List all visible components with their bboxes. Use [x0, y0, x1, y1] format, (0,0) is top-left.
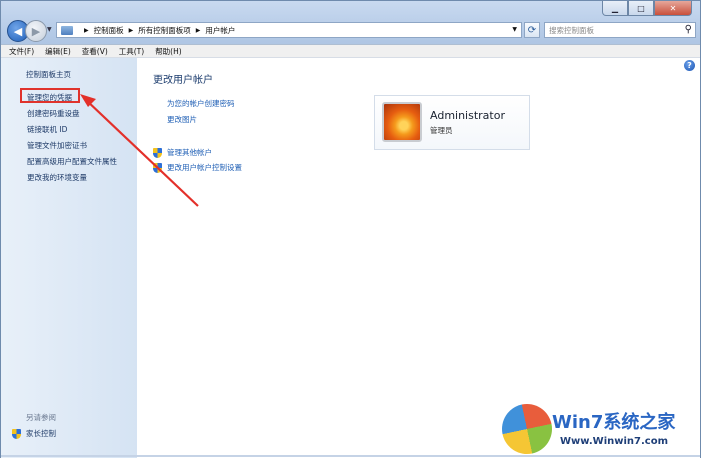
parental-controls-label[interactable]: 家长控制 — [26, 428, 56, 439]
parental-controls-link[interactable]: 家长控制 — [12, 428, 56, 439]
uac-settings-link[interactable]: 更改用户帐户控制设置 — [153, 162, 242, 173]
navigation-row: ◀ ▶ ▼ ▶ 控制面板 ▶ 所有控制面板项 ▶ 用户帐户 ▼ ⟳ 搜索控制面板… — [7, 20, 696, 42]
menu-bar: 文件(F) 编辑(E) 查看(V) 工具(T) 帮助(H) — [1, 44, 700, 58]
link-online-id-link[interactable]: 链接联机 ID — [27, 124, 67, 135]
manage-other-accounts-label[interactable]: 管理其他帐户 — [167, 147, 212, 158]
uac-shield-icon — [12, 428, 21, 439]
content-pane: ? 更改用户帐户 为您的帐户创建密码 更改图片 管理其他帐户 更改用户帐户控制设… — [137, 58, 700, 458]
control-panel-icon — [61, 25, 73, 35]
windows-logo-icon — [497, 399, 557, 459]
forward-button[interactable]: ▶ — [25, 20, 47, 42]
uac-shield-icon — [153, 147, 162, 158]
menu-edit[interactable]: 编辑(E) — [45, 46, 71, 57]
search-icon[interactable]: ⚲ — [685, 24, 692, 35]
page-title: 更改用户帐户 — [153, 75, 213, 86]
watermark-url: Www.Winwin7.com — [560, 436, 669, 447]
control-panel-home-link[interactable]: 控制面板主页 — [26, 69, 71, 80]
refresh-button[interactable]: ⟳ — [524, 22, 540, 38]
search-placeholder: 搜索控制面板 — [549, 25, 594, 35]
watermark: Win7系统之家 Www.Winwin7.com — [497, 399, 698, 459]
uac-shield-icon — [153, 162, 162, 173]
menu-view[interactable]: 查看(V) — [82, 46, 108, 57]
environment-variables-link[interactable]: 更改我的环境变量 — [27, 172, 87, 183]
address-bar[interactable]: ▶ 控制面板 ▶ 所有控制面板项 ▶ 用户帐户 ▼ — [56, 22, 522, 38]
chevron-right-icon: ▶ — [128, 26, 134, 34]
create-password-reset-disk-link[interactable]: 创建密码重设盘 — [27, 108, 80, 119]
account-name: Administrator — [430, 109, 505, 122]
manage-encryption-certificates-link[interactable]: 管理文件加密证书 — [27, 140, 87, 151]
see-also-label: 另请参阅 — [26, 413, 56, 422]
chevron-right-icon: ▶ — [195, 26, 201, 34]
recent-pages-dropdown-icon[interactable]: ▼ — [47, 26, 52, 33]
window-chrome: ▁ □ ✕ ◀ ▶ ▼ ▶ 控制面板 ▶ 所有控制面板项 ▶ 用户帐户 ▼ ⟳ … — [1, 1, 700, 45]
task-pane: 控制面板主页 管理您的凭据 创建密码重设盘 链接联机 ID 管理文件加密证书 配… — [1, 58, 137, 458]
help-icon[interactable]: ? — [684, 60, 695, 71]
maximize-button[interactable]: □ — [628, 1, 654, 16]
menu-file[interactable]: 文件(F) — [9, 46, 34, 57]
breadcrumb-item-all-items[interactable]: 所有控制面板项 — [138, 25, 191, 36]
uac-settings-label[interactable]: 更改用户帐户控制设置 — [167, 162, 242, 173]
menu-help[interactable]: 帮助(H) — [155, 46, 182, 57]
account-role: 管理员 — [430, 126, 453, 135]
address-dropdown-icon[interactable]: ▼ — [512, 26, 517, 33]
manage-other-accounts-link[interactable]: 管理其他帐户 — [153, 147, 212, 158]
close-button[interactable]: ✕ — [654, 1, 692, 16]
breadcrumb-item-control-panel[interactable]: 控制面板 — [94, 25, 124, 36]
minimize-button[interactable]: ▁ — [602, 1, 628, 16]
breadcrumb-item-user-accounts[interactable]: 用户帐户 — [205, 25, 235, 36]
caption-buttons: ▁ □ ✕ — [602, 1, 692, 16]
explorer-window: ▁ □ ✕ ◀ ▶ ▼ ▶ 控制面板 ▶ 所有控制面板项 ▶ 用户帐户 ▼ ⟳ … — [0, 0, 701, 458]
create-password-link[interactable]: 为您的帐户创建密码 — [167, 98, 235, 109]
avatar[interactable] — [382, 102, 422, 142]
advanced-profile-properties-link[interactable]: 配置高级用户配置文件属性 — [27, 156, 117, 167]
search-box[interactable]: 搜索控制面板 ⚲ — [544, 22, 696, 38]
account-card: Administrator 管理员 — [374, 95, 530, 150]
watermark-title: Win7系统之家 — [552, 412, 676, 433]
chevron-right-icon: ▶ — [84, 26, 89, 34]
highlight-box — [20, 88, 80, 103]
menu-tools[interactable]: 工具(T) — [119, 46, 144, 57]
change-picture-link[interactable]: 更改图片 — [167, 114, 197, 125]
